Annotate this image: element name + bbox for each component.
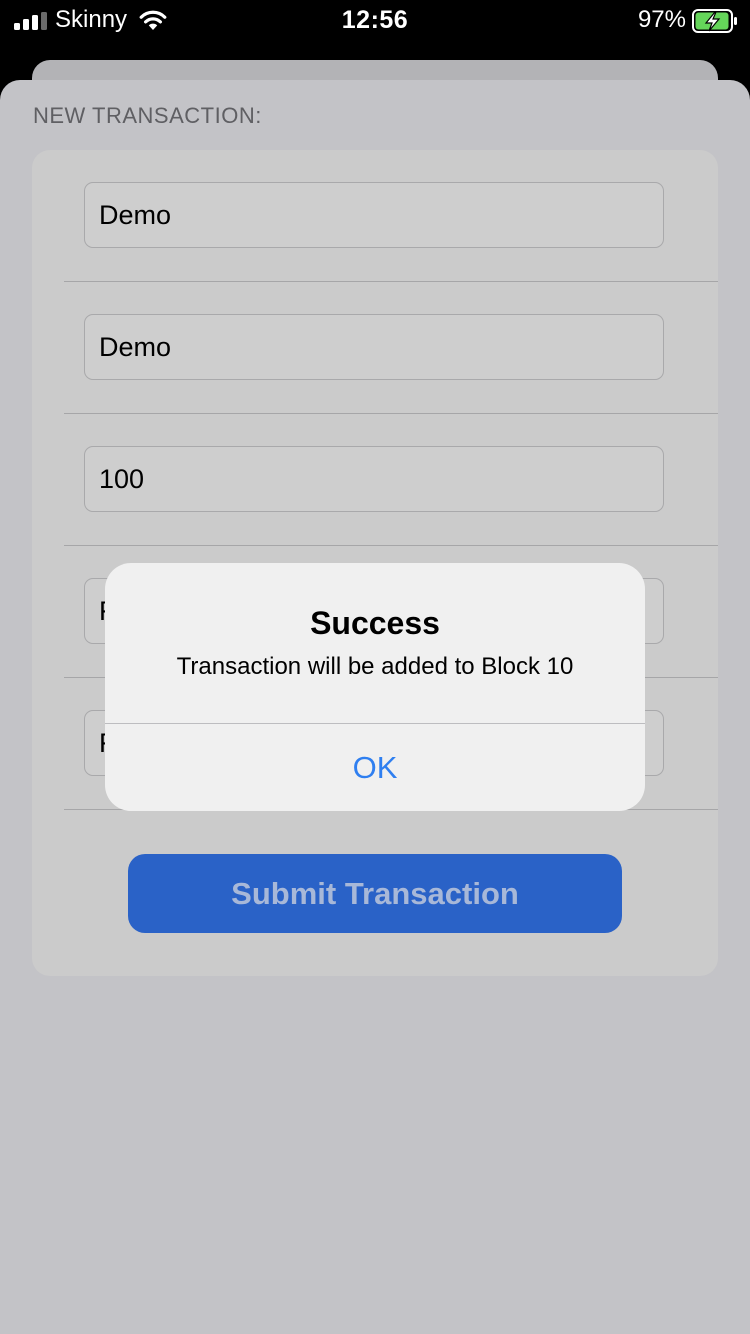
amount-field[interactable]: 100 [84,446,664,512]
ok-button[interactable]: OK [105,724,645,811]
alert-message: Transaction will be added to Block 10 [176,653,574,680]
divider [64,545,718,546]
battery-percentage: 97% [637,6,686,33]
alert-title: Success [310,605,440,641]
divider [64,281,718,282]
sender-field[interactable]: Demo [84,182,664,248]
battery-charging-icon [692,9,737,33]
submit-transaction-button[interactable]: Submit Transaction [128,854,622,933]
divider [64,413,718,414]
success-alert: Success Transaction will be added to Blo… [105,563,645,811]
section-header: NEW TRANSACTION: [33,103,262,128]
recipient-field[interactable]: Demo [84,314,664,380]
status-bar: Skinny 12:56 97% [0,0,750,60]
